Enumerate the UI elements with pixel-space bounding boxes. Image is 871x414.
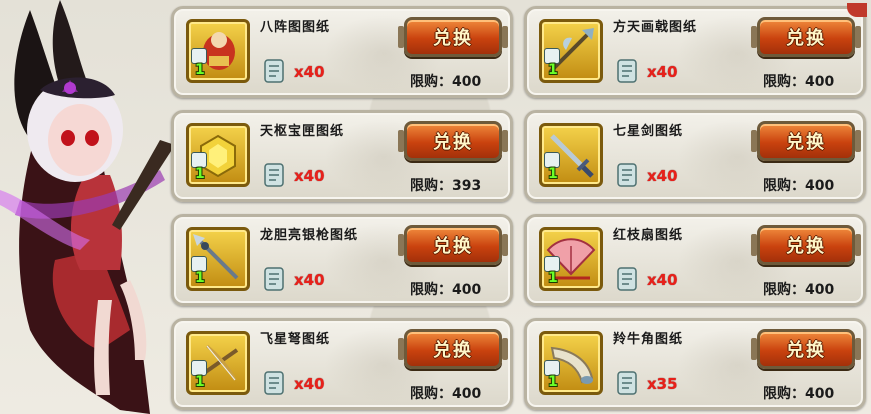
item-title: 七星剑图纸 (613, 124, 684, 139)
sword-icon[interactable]: 1 (539, 123, 603, 187)
exchange-card: 1 龙胆亮银枪图纸 x40 兑换 限购：400 (171, 214, 513, 306)
scroll-token-icon (264, 59, 284, 83)
crossbow-icon[interactable]: 1 (186, 331, 250, 395)
exchange-button[interactable]: 兑换 (751, 225, 861, 265)
item-title: 龙胆亮银枪图纸 (260, 228, 359, 243)
exchange-button[interactable]: 兑换 (398, 121, 508, 161)
exchange-card: 1 八阵图图纸 x40 兑换 限购：400 (171, 6, 513, 98)
cost-amount: x40 (647, 63, 678, 81)
purchase-limit: 限购：400 (763, 386, 835, 402)
cost-amount: x40 (294, 271, 325, 289)
purchase-limit: 限购：400 (410, 386, 482, 402)
cost-amount: x40 (647, 167, 678, 185)
purchase-limit: 限购：393 (410, 178, 482, 194)
horn-icon[interactable]: 1 (539, 331, 603, 395)
exchange-button[interactable]: 兑换 (751, 121, 861, 161)
scroll-token-icon (264, 371, 284, 395)
item-quantity: 1 (548, 374, 558, 390)
scroll-token-icon (264, 267, 284, 291)
item-quantity: 1 (548, 62, 558, 78)
cost-amount: x40 (294, 375, 325, 393)
spear-icon[interactable]: 1 (186, 227, 250, 291)
item-quantity: 1 (195, 270, 205, 286)
doll-relic-icon[interactable]: 1 (186, 19, 250, 83)
item-quantity: 1 (548, 270, 558, 286)
exchange-button[interactable]: 兑换 (398, 225, 508, 265)
item-title: 飞星弩图纸 (260, 332, 331, 347)
scroll-token-icon (617, 163, 637, 187)
scroll-token-icon (617, 267, 637, 291)
cost-amount: x35 (647, 375, 678, 393)
item-quantity: 1 (195, 62, 205, 78)
purchase-limit: 限购：400 (763, 282, 835, 298)
fan-icon[interactable]: 1 (539, 227, 603, 291)
purchase-limit: 限购：400 (763, 74, 835, 90)
item-title: 红枝扇图纸 (613, 228, 684, 243)
halberd-icon[interactable]: 1 (539, 19, 603, 83)
scroll-token-icon (617, 59, 637, 83)
item-quantity: 1 (195, 374, 205, 390)
item-title: 方天画戟图纸 (613, 20, 698, 35)
exchange-button[interactable]: 兑换 (751, 329, 861, 369)
exchange-button[interactable]: 兑换 (751, 17, 861, 57)
exchange-card: 1 方天画戟图纸 x40 兑换 限购：400 (524, 3, 867, 98)
treasure-box-icon[interactable]: 1 (186, 123, 250, 187)
character-illustration (0, 0, 175, 414)
item-title: 八阵图图纸 (260, 20, 331, 35)
corner-ornament (847, 3, 867, 17)
item-quantity: 1 (548, 166, 558, 182)
exchange-card: 1 红枝扇图纸 x40 兑换 限购：400 (524, 214, 866, 306)
scroll-token-icon (617, 371, 637, 395)
cost-amount: x40 (294, 167, 325, 185)
item-quantity: 1 (195, 166, 205, 182)
exchange-card: 1 七星剑图纸 x40 兑换 限购：400 (524, 110, 866, 202)
item-title: 羚牛角图纸 (613, 332, 684, 347)
exchange-card: 1 飞星弩图纸 x40 兑换 限购：400 (171, 318, 513, 410)
purchase-limit: 限购：400 (410, 282, 482, 298)
scroll-token-icon (264, 163, 284, 187)
exchange-button[interactable]: 兑换 (398, 329, 508, 369)
purchase-limit: 限购：400 (763, 178, 835, 194)
exchange-card: 1 天枢宝匣图纸 x40 兑换 限购：393 (171, 110, 513, 202)
exchange-card: 1 羚牛角图纸 x35 兑换 限购：400 (524, 318, 866, 410)
cost-amount: x40 (647, 271, 678, 289)
purchase-limit: 限购：400 (410, 74, 482, 90)
exchange-button[interactable]: 兑换 (398, 17, 508, 57)
cost-amount: x40 (294, 63, 325, 81)
item-title: 天枢宝匣图纸 (260, 124, 345, 139)
